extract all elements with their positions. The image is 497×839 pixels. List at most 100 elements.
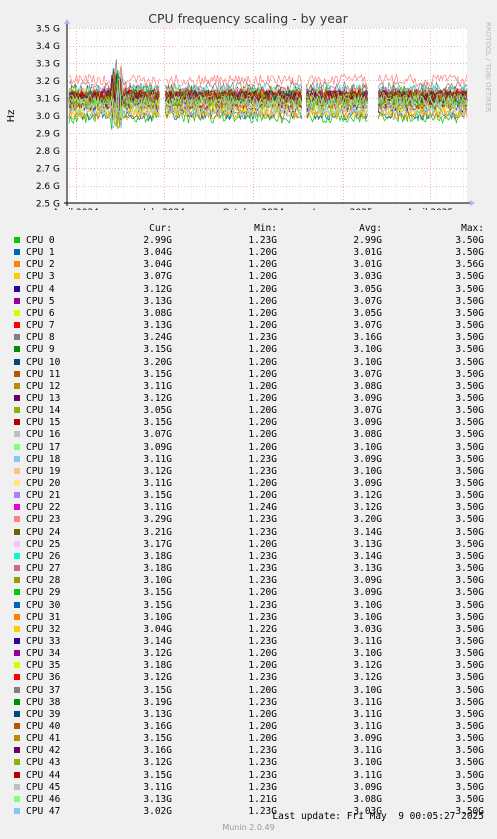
legend-row: CPU 42 3.16G 1.23G 3.11G 3.50G xyxy=(0,745,497,757)
legend-row: CPU 11 3.15G 1.20G 3.07G 3.50G xyxy=(0,369,497,381)
min-value: 1.20G xyxy=(248,320,277,332)
series-name: CPU 7 xyxy=(26,320,55,332)
series-name: CPU 13 xyxy=(26,392,61,404)
max-value: 3.50G xyxy=(455,368,484,380)
series-name: CPU 12 xyxy=(26,380,61,392)
legend-swatch xyxy=(14,674,20,681)
max-value: 3.50G xyxy=(455,320,484,332)
avg-value: 3.07G xyxy=(353,405,382,417)
cur-value: 3.15G xyxy=(143,599,172,611)
min-value: 1.22G xyxy=(248,623,277,635)
legend-swatch xyxy=(14,309,20,316)
max-value: 3.50G xyxy=(455,235,484,246)
series-name: CPU 43 xyxy=(26,757,61,769)
legend-row: CPU 3 3.07G 1.20G 3.03G 3.50G xyxy=(0,271,497,283)
min-value: 1.23G xyxy=(248,781,277,793)
legend-swatch xyxy=(14,686,20,693)
series-name: CPU 41 xyxy=(26,733,61,745)
legend-swatch xyxy=(14,723,20,729)
min-value: 1.20G xyxy=(248,307,277,319)
series-name: CPU 11 xyxy=(26,368,61,380)
min-value: 1.23G xyxy=(248,465,277,477)
max-value: 3.50G xyxy=(455,733,484,745)
legend-swatch xyxy=(14,565,20,572)
avg-value: 3.10G xyxy=(353,356,382,368)
frequency-chart: CPU frequency scaling - by year Hz RRDTO… xyxy=(6,11,492,210)
legend-row: CPU 18 3.11G 1.23G 3.09G 3.50G xyxy=(0,454,497,466)
legend-row: CPU 10 3.20G 1.20G 3.10G 3.50G xyxy=(0,357,497,369)
series-name: CPU 38 xyxy=(26,696,61,708)
min-value: 1.20G xyxy=(248,368,277,380)
legend-row: CPU 35 3.18G 1.20G 3.12G 3.50G xyxy=(0,660,497,672)
cur-value: 3.12G xyxy=(143,757,172,769)
legend-swatch xyxy=(14,480,20,486)
y-tick-label: 3.2 G xyxy=(36,77,60,87)
legend-swatch xyxy=(14,710,20,717)
max-value: 3.50G xyxy=(455,745,484,757)
legend-swatch xyxy=(14,285,20,292)
max-value: 3.50G xyxy=(455,417,484,429)
chart-title: CPU frequency scaling - by year xyxy=(148,11,348,26)
cur-value: 3.13G xyxy=(143,708,172,720)
cur-value: 3.21G xyxy=(143,526,172,538)
min-value: 1.20G xyxy=(248,441,277,453)
legend-swatch xyxy=(14,370,20,377)
col-avg-header: Avg: xyxy=(359,223,382,234)
series-name: CPU 37 xyxy=(26,684,61,696)
max-value: 3.50G xyxy=(455,708,484,720)
min-value: 1.20G xyxy=(248,721,277,732)
series-name: CPU 35 xyxy=(26,660,61,672)
avg-value: 3.20G xyxy=(353,514,382,526)
legend-row: CPU 12 3.11G 1.20G 3.08G 3.50G xyxy=(0,381,497,393)
series-name: CPU 8 xyxy=(26,332,55,344)
legend-swatch xyxy=(14,261,20,268)
avg-value: 3.09G xyxy=(353,575,382,587)
max-value: 3.50G xyxy=(455,648,484,660)
avg-value: 3.10G xyxy=(353,757,382,769)
series-name: CPU 36 xyxy=(26,672,61,684)
legend-row: CPU 37 3.15G 1.20G 3.10G 3.50G xyxy=(0,685,497,697)
cur-value: 3.16G xyxy=(143,721,172,732)
series-name: CPU 17 xyxy=(26,441,61,453)
avg-value: 3.10G xyxy=(353,684,382,696)
legend-row: CPU 17 3.09G 1.20G 3.10G 3.50G xyxy=(0,442,497,454)
max-value: 3.50G xyxy=(455,611,484,623)
min-value: 1.23G xyxy=(248,563,277,575)
legend-row: CPU 20 3.11G 1.20G 3.09G 3.50G xyxy=(0,478,497,490)
cur-value: 3.12G xyxy=(143,283,172,295)
series-name: CPU 3 xyxy=(26,271,55,283)
series-name: CPU 26 xyxy=(26,550,61,562)
legend-row: CPU 5 3.13G 1.20G 3.07G 3.50G xyxy=(0,296,497,308)
max-value: 3.50G xyxy=(455,769,484,781)
legend-swatch xyxy=(14,443,20,450)
avg-value: 3.08G xyxy=(353,380,382,392)
y-tick-label: 3.1 G xyxy=(36,95,60,105)
legend-row: CPU 23 3.29G 1.23G 3.20G 3.50G xyxy=(0,514,497,526)
legend-row: CPU 26 3.18G 1.23G 3.14G 3.50G xyxy=(0,551,497,563)
legend-row: CPU 38 3.19G 1.23G 3.11G 3.50G xyxy=(0,697,497,709)
max-value: 3.50G xyxy=(455,405,484,417)
avg-value: 3.09G xyxy=(353,453,382,465)
cur-value: 3.15G xyxy=(143,733,172,745)
min-value: 1.20G xyxy=(248,660,277,672)
legend-swatch xyxy=(14,747,20,754)
x-tick-label: April 2024 xyxy=(53,208,100,210)
legend-row: CPU 16 3.07G 1.20G 3.08G 3.50G xyxy=(0,429,497,441)
avg-value: 3.12G xyxy=(353,660,382,672)
legend-swatch xyxy=(14,650,20,657)
max-value: 3.50G xyxy=(455,757,484,769)
legend-swatch xyxy=(14,237,20,243)
legend-swatch xyxy=(14,504,20,511)
legend-row: CPU 28 3.10G 1.23G 3.09G 3.50G xyxy=(0,575,497,587)
legend-row: CPU 8 3.24G 1.23G 3.16G 3.50G xyxy=(0,332,497,344)
avg-value: 3.09G xyxy=(353,781,382,793)
legend-swatch xyxy=(14,698,20,705)
y-tick-label: 3.3 G xyxy=(36,60,60,70)
x-axis-arrow-icon xyxy=(470,200,475,206)
legend-row: CPU 9 3.15G 1.20G 3.10G 3.50G xyxy=(0,344,497,356)
series-name: CPU 32 xyxy=(26,623,61,635)
min-value: 1.23G xyxy=(248,696,277,708)
min-value: 1.23G xyxy=(248,769,277,781)
cur-value: 3.12G xyxy=(143,465,172,477)
min-value: 1.24G xyxy=(248,502,277,514)
